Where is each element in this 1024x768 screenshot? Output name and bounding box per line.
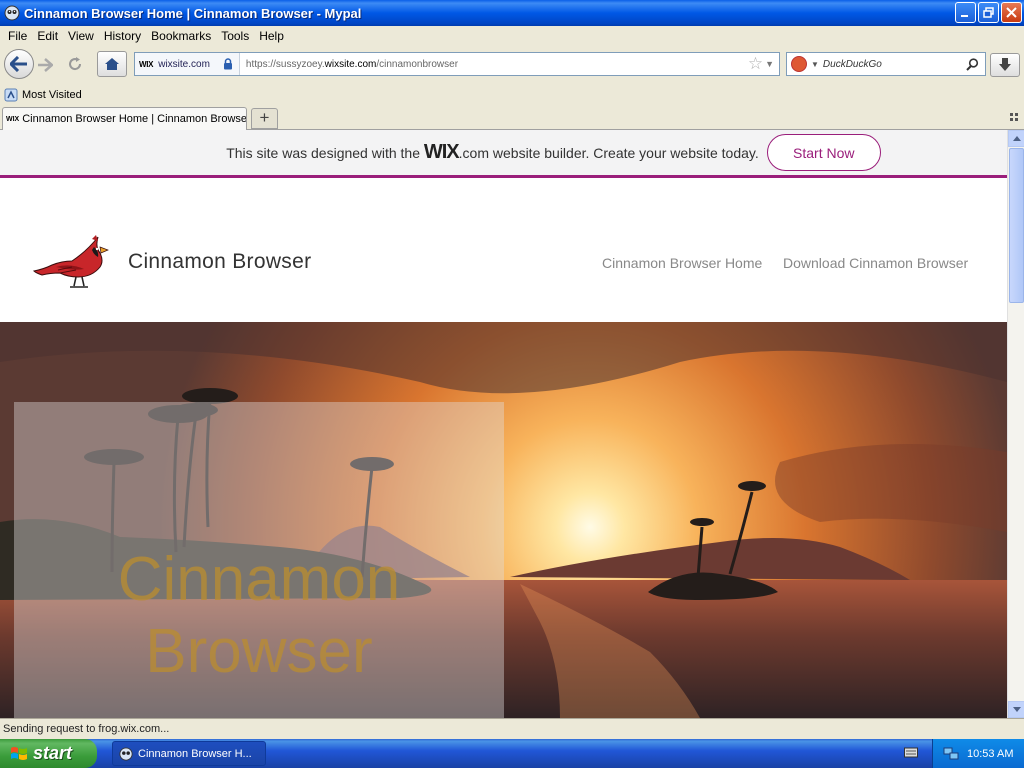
bookmark-star-icon[interactable]: ☆: [748, 54, 763, 74]
menu-edit[interactable]: Edit: [32, 29, 63, 43]
tab-favicon: WIX: [6, 115, 20, 123]
menu-history[interactable]: History: [99, 29, 146, 43]
minimize-button[interactable]: [955, 2, 976, 23]
wix-promo-banner: This site was designed with the WIX.com …: [0, 130, 1007, 178]
bookmark-most-visited[interactable]: Most Visited: [22, 89, 82, 101]
keyboard-icon[interactable]: [904, 746, 918, 758]
lock-icon: [223, 58, 232, 70]
menu-bookmarks[interactable]: Bookmarks: [146, 29, 216, 43]
status-bar: Sending request to frog.wix.com...: [0, 718, 1024, 739]
navigation-toolbar: WIX wixsite.com https://sussyzoey.wixsit…: [0, 46, 1024, 84]
back-arrow-icon: [10, 56, 27, 72]
system-tray: 10:53 AM: [932, 739, 1024, 768]
close-icon: [1006, 7, 1017, 18]
url-dropdown-icon[interactable]: ▼: [765, 59, 774, 69]
url-path: /cinnamonbrowser: [376, 58, 459, 70]
tab-active[interactable]: WIX Cinnamon Browser Home | Cinnamon Bro…: [2, 107, 247, 130]
most-visited-folder-icon: [4, 88, 18, 101]
menu-tools[interactable]: Tools: [216, 29, 254, 43]
scroll-up-arrow-icon: [1012, 136, 1021, 141]
vertical-scrollbar[interactable]: [1007, 130, 1024, 718]
restore-icon: [983, 7, 994, 18]
start-button[interactable]: start: [0, 739, 97, 768]
wix-logo-text: WIX: [423, 141, 460, 163]
minimize-icon: [961, 15, 968, 17]
scroll-down-arrow-icon: [1012, 707, 1021, 712]
tab-label: Cinnamon Browser Home | Cinnamon Browser: [22, 113, 247, 125]
scrollbar-thumb[interactable]: [1009, 148, 1024, 303]
restore-button[interactable]: [978, 2, 999, 23]
scroll-down-button[interactable]: [1008, 701, 1024, 718]
menu-view[interactable]: View: [63, 29, 99, 43]
forward-button[interactable]: [33, 54, 57, 76]
hero-title: Cinnamon Browser: [117, 545, 401, 686]
search-icon[interactable]: [966, 57, 979, 71]
menu-help[interactable]: Help: [254, 29, 289, 43]
download-arrow-icon: [999, 58, 1011, 71]
start-label: start: [33, 743, 73, 763]
new-tab-button[interactable]: +: [251, 108, 278, 129]
home-button[interactable]: [97, 51, 127, 77]
wix-banner-message: This site was designed with the WIX.com …: [226, 141, 759, 164]
window-titlebar[interactable]: Cinnamon Browser Home | Cinnamon Browser…: [0, 0, 1024, 26]
forward-arrow-icon: [38, 58, 53, 72]
site-identity-logo: WIX: [139, 59, 154, 69]
taskbar-item-label: Cinnamon Browser H...: [138, 747, 252, 760]
site-header: Cinnamon Browser Cinnamon Browser Home D…: [0, 181, 1007, 322]
bookmarks-toolbar: Most Visited: [0, 84, 1024, 105]
reload-icon: [69, 57, 82, 71]
tab-strip: WIX Cinnamon Browser Home | Cinnamon Bro…: [0, 105, 1024, 130]
duckduckgo-icon[interactable]: [791, 56, 807, 72]
menu-bar: File Edit View History Bookmarks Tools H…: [0, 26, 1024, 46]
address-bar[interactable]: WIX wixsite.com https://sussyzoey.wixsit…: [134, 52, 780, 76]
url-text[interactable]: https://sussyzoey.wixsite.com/cinnamonbr…: [240, 59, 748, 70]
windows-taskbar: start Cinnamon Browser H... 10:53 AM: [0, 739, 1024, 768]
network-tray-icon[interactable]: [943, 747, 959, 761]
close-button[interactable]: [1001, 2, 1022, 23]
taskbar-item-browser[interactable]: Cinnamon Browser H...: [112, 741, 266, 766]
url-host: wixsite.com: [324, 58, 377, 70]
cardinal-bird-logo[interactable]: [32, 233, 112, 293]
hero-section: Cinnamon Browser: [0, 322, 1007, 718]
site-name[interactable]: Cinnamon Browser: [128, 250, 311, 274]
site-identity-domain: wixsite.com: [158, 58, 210, 70]
reload-button[interactable]: [62, 53, 88, 75]
status-text: Sending request to frog.wix.com...: [3, 723, 170, 735]
search-bar[interactable]: ▼ DuckDuckGo: [786, 52, 986, 76]
wix-banner-text-before: This site was designed with the: [226, 145, 424, 161]
window-title: Cinnamon Browser Home | Cinnamon Browser…: [24, 5, 362, 21]
start-now-button[interactable]: Start Now: [766, 134, 881, 171]
list-all-tabs-icon[interactable]: [1010, 113, 1020, 121]
mypal-taskbar-icon: [119, 746, 133, 761]
downloads-button[interactable]: [990, 53, 1020, 77]
url-prefix: https://sussyzoey.: [245, 58, 325, 70]
scroll-up-button[interactable]: [1008, 130, 1024, 147]
windows-flag-icon: [11, 746, 27, 760]
back-button[interactable]: [4, 49, 34, 79]
mypal-app-icon: [4, 5, 20, 21]
wix-banner-text-after: .com website builder. Create your websit…: [458, 145, 759, 161]
nav-link-home[interactable]: Cinnamon Browser Home: [602, 255, 762, 271]
home-icon: [105, 58, 119, 70]
search-placeholder: DuckDuckGo: [822, 58, 882, 70]
search-engine-dropdown-icon[interactable]: ▼: [811, 60, 819, 69]
page-content: This site was designed with the WIX.com …: [0, 130, 1007, 718]
clock[interactable]: 10:53 AM: [967, 748, 1013, 760]
nav-link-download[interactable]: Download Cinnamon Browser: [783, 255, 968, 271]
site-identity-button[interactable]: WIX wixsite.com: [135, 53, 240, 75]
menu-file[interactable]: File: [3, 29, 32, 43]
